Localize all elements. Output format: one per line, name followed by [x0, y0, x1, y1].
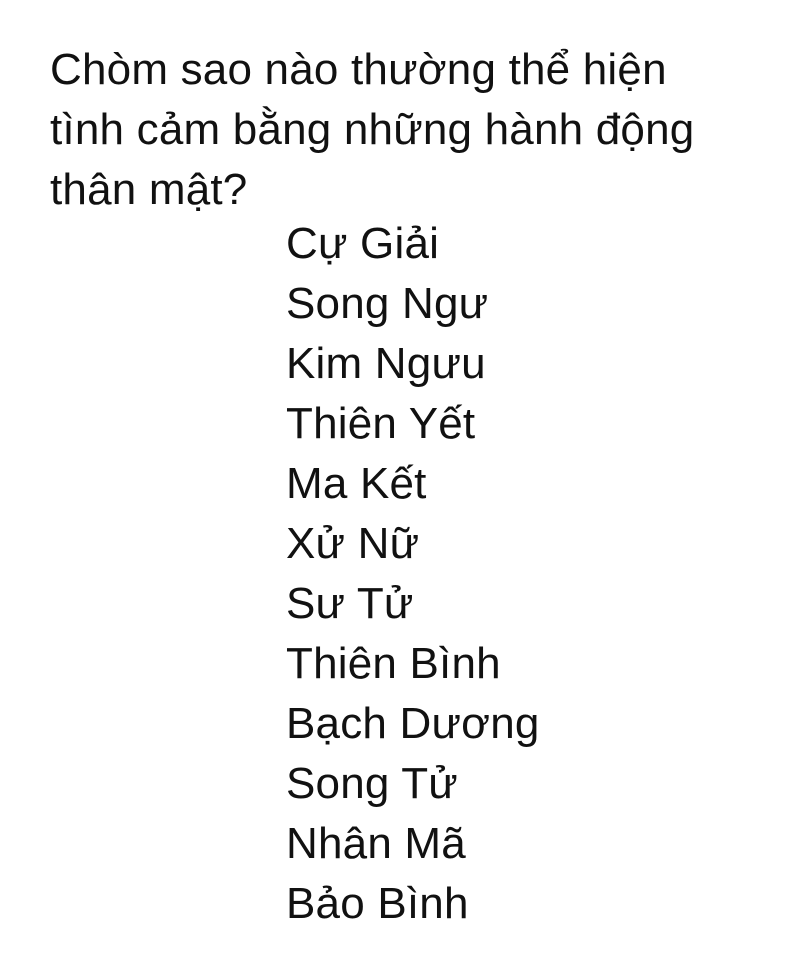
option-nhan-ma: Nhân Mã: [286, 819, 466, 868]
option-bao-binh: Bảo Bình: [286, 879, 469, 928]
option-thien-yet: Thiên Yết: [286, 399, 476, 448]
option-song-ngu: Song Ngư: [286, 279, 489, 328]
option-kim-nguu: Kim Ngưu: [286, 339, 486, 388]
option-thien-binh: Thiên Bình: [286, 639, 501, 688]
zodiac-options-list: Cự Giải Song Ngư Kim Ngưu Thiên Yết Ma K…: [286, 214, 540, 934]
option-bach-duong: Bạch Dương: [286, 699, 540, 748]
question-text: Chòm sao nào thường thể hiện tình cảm bằ…: [50, 40, 770, 220]
page: Chòm sao nào thường thể hiện tình cảm bằ…: [0, 0, 807, 960]
option-song-tu: Song Tử: [286, 759, 458, 808]
option-xu-nu: Xử Nữ: [286, 519, 420, 568]
question-line: thân mật?: [50, 165, 248, 214]
option-su-tu: Sư Tử: [286, 579, 414, 628]
question-line: tình cảm bằng những hành động: [50, 105, 695, 154]
question-line: Chòm sao nào thường thể hiện: [50, 45, 667, 94]
option-ma-ket: Ma Kết: [286, 459, 427, 508]
option-cu-giai: Cự Giải: [286, 219, 440, 268]
